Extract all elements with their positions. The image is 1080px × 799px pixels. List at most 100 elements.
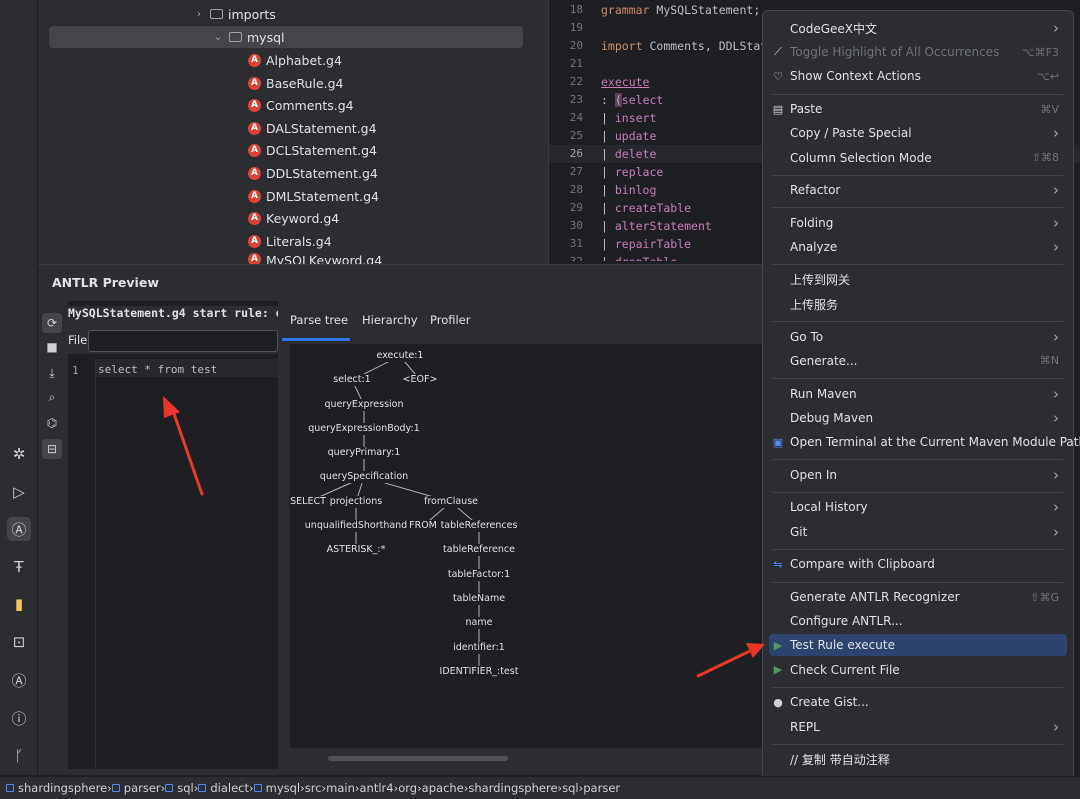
menu-item-label: Show Context Actions	[790, 69, 921, 84]
parse-tree-node[interactable]: ASTERISK_:*	[325, 544, 387, 556]
tree-file[interactable]: A DALStatement.g4	[248, 117, 377, 139]
terminal-icon[interactable]: ⊡	[7, 630, 31, 654]
menu-item-paste[interactable]: ▤ Paste ⌘V	[769, 98, 1067, 120]
menu-item-test-rule-execute[interactable]: ▶ Test Rule execute	[769, 634, 1067, 657]
parse-tree-node[interactable]: <EOF>	[401, 374, 439, 386]
tab-profiler[interactable]: Profiler	[430, 313, 471, 327]
parse-tree-node[interactable]: SELECT	[289, 496, 327, 508]
antlr-icon[interactable]: Ⓐ	[7, 668, 31, 692]
tree-file[interactable]: A MySQLKeyword.g4	[248, 253, 382, 264]
menu-item-check-current-file[interactable]: ▶ Check Current File	[769, 659, 1067, 681]
tree-file[interactable]: A BaseRule.g4	[248, 72, 344, 94]
parse-tree-node[interactable]: tableReference	[442, 544, 516, 556]
git-branch-icon[interactable]: ᚴ	[7, 744, 31, 768]
debug-bug-icon[interactable]: ✲	[7, 442, 31, 466]
menu-item-label: Open Terminal at the Current Maven Modul…	[790, 435, 1080, 449]
breadcrumb-item[interactable]: sql	[165, 781, 194, 795]
breadcrumb-item[interactable]: main	[326, 781, 355, 795]
search-icon[interactable]: ⌕	[42, 387, 62, 407]
breadcrumb-item[interactable]: shardingsphere	[6, 781, 107, 795]
breadcrumb-item[interactable]: sql	[562, 781, 579, 795]
parse-tree-node[interactable]: queryExpression	[323, 399, 405, 411]
parse-tree-node[interactable]: select:1	[332, 374, 372, 386]
breadcrumb-item[interactable]: apache	[422, 781, 464, 795]
refresh-icon[interactable]: ⟳	[42, 313, 62, 333]
parse-tree-node[interactable]: IDENTIFIER_:test	[438, 666, 520, 678]
breadcrumb-item[interactable]: parser	[111, 781, 161, 795]
parse-tree-view[interactable]: execute:1 select:1 <EOF> queryExpression que…	[289, 344, 768, 748]
parse-tree-node[interactable]: execute:1	[375, 350, 425, 362]
breadcrumb-item[interactable]: mysql	[253, 781, 300, 795]
menu-item-go-to[interactable]: Go To ›	[769, 326, 1067, 348]
menu-item-repl[interactable]: REPL ›	[769, 716, 1067, 738]
parse-tree-node[interactable]: queryExpressionBody:1	[307, 423, 421, 435]
menu-item-git[interactable]: Git ›	[769, 521, 1067, 543]
breadcrumb-item[interactable]: dialect	[198, 781, 249, 795]
tree-file[interactable]: A DMLStatement.g4	[248, 185, 379, 207]
parse-tree-node[interactable]: projections	[328, 496, 384, 508]
parse-tree-node[interactable]: identifier:1	[452, 642, 506, 654]
tab-hierarchy[interactable]: Hierarchy	[362, 313, 418, 327]
menu-item-label: 上传服务	[790, 297, 839, 312]
problems-icon[interactable]: ⓘ	[7, 706, 31, 730]
menu-item-column-selection-mode[interactable]: Column Selection Mode ⇧⌘8	[769, 147, 1067, 169]
parse-tree-node[interactable]: tableFactor:1	[446, 569, 512, 581]
breadcrumb-item[interactable]: org	[398, 781, 417, 795]
scrollbar-thumb[interactable]	[328, 756, 508, 761]
tree-file[interactable]: A Alphabet.g4	[248, 49, 342, 71]
tree-file[interactable]: A Comments.g4	[248, 94, 354, 116]
tree-file[interactable]: A DDLStatement.g4	[248, 162, 378, 184]
menu-item-local-history[interactable]: Local History ›	[769, 496, 1067, 518]
parse-tree-node[interactable]: tableReferences	[439, 520, 519, 532]
stop-icon[interactable]: ■	[42, 337, 62, 357]
menu-item-create-gist[interactable]: ● Create Gist...	[769, 691, 1067, 713]
breadcrumb-item[interactable]: src	[305, 781, 322, 795]
tree-file[interactable]: A Keyword.g4	[248, 207, 339, 229]
menu-item-copy-paste-special[interactable]: Copy / Paste Special ›	[769, 122, 1067, 144]
tree-folder-imports[interactable]: › imports	[192, 3, 276, 25]
menu-item-open-terminal-at-the-current-maven-module-path[interactable]: ▣ Open Terminal at the Current Maven Modu…	[769, 431, 1080, 453]
menu-item-debug-maven[interactable]: Debug Maven ›	[769, 407, 1067, 429]
text-tool-icon[interactable]: Ŧ	[7, 555, 31, 579]
breadcrumb-item[interactable]: antlr4	[359, 781, 393, 795]
parse-tree-node[interactable]: FROM	[408, 520, 438, 532]
menu-item-folding[interactable]: Folding ›	[769, 212, 1067, 234]
breadcrumb-item[interactable]: parser	[583, 781, 620, 795]
module-icon	[6, 784, 14, 792]
menu-item-item-14[interactable]: 上传服务	[769, 293, 1067, 315]
menu-item-show-context-actions[interactable]: ♡ Show Context Actions ⌥↩	[769, 65, 1067, 87]
menu-item-run-maven[interactable]: Run Maven ›	[769, 383, 1067, 405]
file-input[interactable]	[88, 330, 278, 352]
menu-item-compare-with-clipboard[interactable]: ⇋ Compare with Clipboard	[769, 553, 1067, 575]
antlr-tool-icon[interactable]: Ⓐ	[7, 517, 31, 541]
parse-tree-node[interactable]: tableName	[451, 593, 507, 605]
menu-item-analyze[interactable]: Analyze ›	[769, 236, 1067, 258]
menu-item-item-38[interactable]: // 复制 带自动注释	[769, 748, 1067, 770]
parse-tree-node[interactable]: name	[464, 617, 494, 629]
menu-item-item-13[interactable]: 上传到网关	[769, 269, 1067, 291]
run-icon[interactable]: ▷	[7, 480, 31, 504]
menu-item-codegeex[interactable]: CodeGeeX中文 ›	[769, 17, 1067, 39]
menu-item-generate[interactable]: Generate... ⌘N	[769, 350, 1067, 372]
menu-item-generate-antlr-recognizer[interactable]: Generate ANTLR Recognizer ⇧⌘G	[769, 586, 1067, 608]
pencil-icon: ⟋	[774, 45, 782, 59]
notes-icon[interactable]: ▮	[7, 592, 31, 616]
tab-parse-tree[interactable]: Parse tree	[290, 313, 348, 327]
horizontal-scrollbar[interactable]	[328, 756, 768, 762]
tree-file[interactable]: A Literals.g4	[248, 230, 332, 252]
menu-item-refactor[interactable]: Refactor ›	[769, 179, 1067, 201]
export-icon[interactable]: ⤓	[42, 363, 62, 383]
breadcrumb-item[interactable]: shardingsphere	[468, 781, 557, 795]
menu-item-configure-antlr[interactable]: Configure ANTLR...	[769, 610, 1067, 632]
input-text-editor[interactable]: select * from test	[98, 363, 217, 376]
tree-file[interactable]: A DCLStatement.g4	[248, 139, 377, 161]
compare-icon: ⇋	[773, 557, 783, 571]
parse-tree-node[interactable]: fromClause	[422, 496, 480, 508]
parse-tree-node[interactable]: queryPrimary:1	[326, 447, 402, 459]
parse-tree-node[interactable]: unqualifiedShorthand	[303, 520, 409, 532]
hierarchy-icon[interactable]: ⊟	[42, 439, 62, 459]
tree-view-icon[interactable]: ⌬	[42, 413, 62, 433]
parse-tree-node[interactable]: querySpecification	[318, 471, 410, 483]
menu-item-open-in[interactable]: Open In ›	[769, 464, 1067, 486]
tree-folder-mysql[interactable]: ⌄ mysql	[49, 26, 523, 48]
